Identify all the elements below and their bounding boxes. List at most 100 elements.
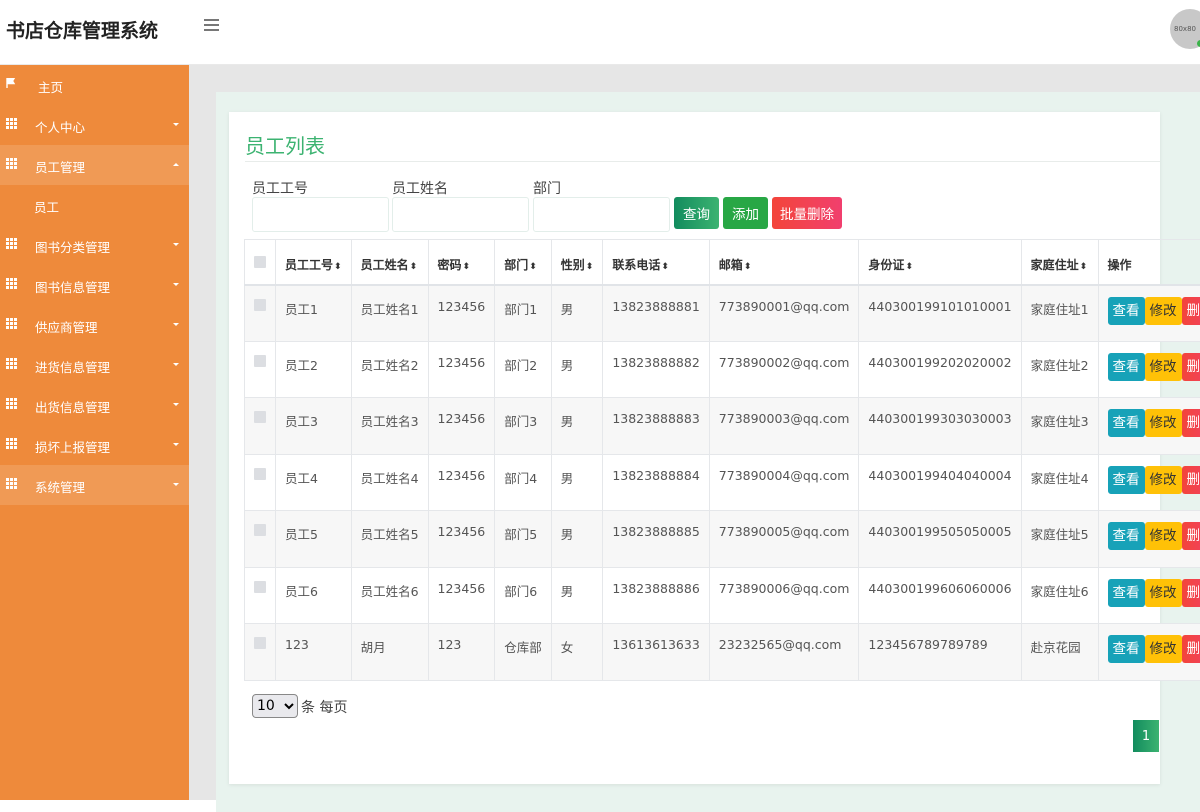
chevron-down-icon [173, 243, 179, 246]
sidebar-item-label: 主页 [38, 77, 63, 96]
column-header[interactable]: 性别⬍ [551, 240, 603, 285]
staff-name-cell: 员工姓名5 [351, 511, 428, 568]
gender-cell: 男 [551, 398, 603, 455]
edit-button[interactable]: 修改 [1145, 466, 1182, 494]
department-cell: 部门3 [495, 398, 552, 455]
row-checkbox[interactable] [254, 411, 266, 423]
view-button[interactable]: 查看 [1108, 409, 1145, 437]
delete-button[interactable]: 删除 [1182, 579, 1200, 607]
add-button[interactable]: 添加 [723, 197, 768, 229]
delete-button[interactable]: 删除 [1182, 409, 1200, 437]
flag-icon [6, 78, 16, 88]
gender-cell: 男 [551, 454, 603, 511]
row-checkbox[interactable] [254, 355, 266, 367]
batch-delete-button[interactable]: 批量删除 [772, 197, 842, 229]
password-cell: 123456 [428, 341, 495, 398]
department-input[interactable] [533, 197, 670, 232]
gender-cell: 女 [551, 624, 603, 681]
sort-icon: ⬍ [905, 262, 913, 272]
actions-cell: 查看修改删除 [1098, 285, 1200, 342]
table-row: 员工5员工姓名5123456部门5男13823888885773890005@q… [245, 511, 1200, 568]
chevron-down-icon [173, 123, 179, 126]
column-header[interactable]: 部门⬍ [495, 240, 552, 285]
row-checkbox[interactable] [254, 468, 266, 480]
sidebar-item-home[interactable]: 主页 [0, 65, 189, 105]
delete-button[interactable]: 删除 [1182, 635, 1200, 663]
view-button[interactable]: 查看 [1108, 635, 1145, 663]
actions-cell: 查看修改删除 [1098, 624, 1200, 681]
sidebar-item-system[interactable]: 系统管理 [0, 465, 189, 505]
staff-id-input[interactable] [252, 197, 389, 232]
sidebar-item-shipment[interactable]: 出货信息管理 [0, 385, 189, 425]
staff-name-input[interactable] [392, 197, 529, 232]
view-button[interactable]: 查看 [1108, 522, 1145, 550]
delete-button[interactable]: 删除 [1182, 466, 1200, 494]
row-checkbox[interactable] [254, 299, 266, 311]
password-cell: 123456 [428, 398, 495, 455]
address-cell: 家庭住址3 [1021, 398, 1098, 455]
department-cell: 部门5 [495, 511, 552, 568]
sidebar-item-staff-management[interactable]: 员工管理 [0, 145, 189, 185]
email-cell: 773890002@qq.com [709, 341, 859, 398]
staff-id-label: 员工工号 [252, 178, 308, 198]
row-checkbox[interactable] [254, 524, 266, 536]
sort-icon: ⬍ [1080, 262, 1088, 272]
department-cell: 部门1 [495, 285, 552, 342]
menu-toggle-icon[interactable] [204, 19, 219, 33]
sidebar: 主页 个人中心 员工管理 员工 图书分类管理 图书信息管理 供应商管理 进货信息… [0, 65, 189, 800]
sort-icon: ⬍ [529, 262, 537, 272]
edit-button[interactable]: 修改 [1145, 579, 1182, 607]
avatar[interactable]: 80x80 [1170, 9, 1200, 49]
edit-button[interactable]: 修改 [1145, 297, 1182, 325]
sidebar-item-label: 图书分类管理 [35, 237, 110, 256]
query-button[interactable]: 查询 [674, 197, 719, 229]
column-header[interactable]: 密码⬍ [428, 240, 495, 285]
pagination-page-1[interactable]: 1 [1133, 720, 1159, 752]
column-header[interactable]: 联系电话⬍ [603, 240, 709, 285]
sidebar-item-supplier[interactable]: 供应商管理 [0, 305, 189, 345]
column-header[interactable]: 员工姓名⬍ [351, 240, 428, 285]
department-cell: 部门4 [495, 454, 552, 511]
column-header[interactable]: 家庭住址⬍ [1021, 240, 1098, 285]
delete-button[interactable]: 删除 [1182, 353, 1200, 381]
chevron-down-icon [173, 323, 179, 326]
password-cell: 123456 [428, 567, 495, 624]
staff-id-cell: 员工1 [276, 285, 352, 342]
view-button[interactable]: 查看 [1108, 353, 1145, 381]
sidebar-item-damage-report[interactable]: 损坏上报管理 [0, 425, 189, 465]
select-all-checkbox[interactable] [254, 256, 266, 268]
edit-button[interactable]: 修改 [1145, 409, 1182, 437]
row-checkbox[interactable] [254, 637, 266, 649]
sidebar-item-profile[interactable]: 个人中心 [0, 105, 189, 145]
grid-icon [6, 358, 16, 368]
view-button[interactable]: 查看 [1108, 297, 1145, 325]
grid-icon [6, 438, 16, 448]
column-header[interactable]: 邮箱⬍ [709, 240, 859, 285]
sidebar-item-book-category[interactable]: 图书分类管理 [0, 225, 189, 265]
actions-cell: 查看修改删除 [1098, 511, 1200, 568]
edit-button[interactable]: 修改 [1145, 353, 1182, 381]
delete-button[interactable]: 删除 [1182, 522, 1200, 550]
sidebar-item-book-info[interactable]: 图书信息管理 [0, 265, 189, 305]
view-button[interactable]: 查看 [1108, 466, 1145, 494]
address-cell: 赴京花园 [1021, 624, 1098, 681]
column-header[interactable]: 员工工号⬍ [276, 240, 352, 285]
sidebar-item-label: 损坏上报管理 [35, 437, 110, 456]
sort-icon: ⬍ [410, 262, 418, 272]
row-checkbox[interactable] [254, 581, 266, 593]
edit-button[interactable]: 修改 [1145, 522, 1182, 550]
sidebar-item-purchase[interactable]: 进货信息管理 [0, 345, 189, 385]
sidebar-subitem-staff[interactable]: 员工 [0, 185, 189, 225]
gender-cell: 男 [551, 285, 603, 342]
view-button[interactable]: 查看 [1108, 579, 1145, 607]
edit-button[interactable]: 修改 [1145, 635, 1182, 663]
id-card-cell: 440300199101010001 [859, 285, 1021, 342]
department-cell: 部门6 [495, 567, 552, 624]
delete-button[interactable]: 删除 [1182, 297, 1200, 325]
page-size-select[interactable]: 10 [252, 694, 298, 718]
password-cell: 123456 [428, 285, 495, 342]
column-header[interactable]: 身份证⬍ [859, 240, 1021, 285]
address-cell: 家庭住址6 [1021, 567, 1098, 624]
table-row: 员工6员工姓名6123456部门6男13823888886773890006@q… [245, 567, 1200, 624]
email-cell: 773890005@qq.com [709, 511, 859, 568]
